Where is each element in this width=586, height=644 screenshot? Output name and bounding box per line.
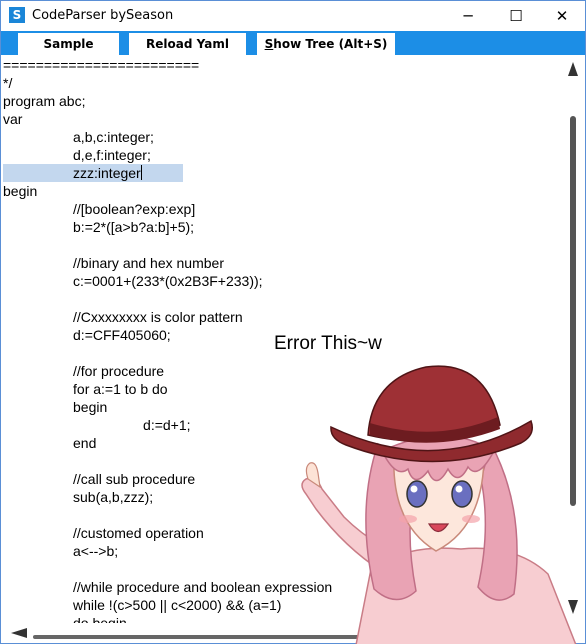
- code-line-text: begin: [3, 183, 38, 199]
- error-message: Error This~w: [274, 333, 382, 354]
- code-line[interactable]: [3, 290, 563, 308]
- window-title: CodeParser bySeason: [32, 8, 174, 23]
- code-line-text: */: [3, 75, 13, 91]
- code-line[interactable]: [3, 236, 563, 254]
- minimize-button[interactable]: ─: [445, 1, 491, 31]
- show-tree-button[interactable]: Show Tree (Alt+S): [257, 33, 395, 55]
- code-line-text: //Cxxxxxxxx is color pattern: [3, 309, 243, 325]
- code-line[interactable]: //Cxxxxxxxx is color pattern: [3, 308, 563, 326]
- scroll-up-icon[interactable]: [568, 62, 578, 76]
- app-window: S CodeParser bySeason ─ ☐ ✕ Sample Reloa…: [0, 0, 586, 644]
- code-line-text: var: [3, 111, 23, 127]
- code-line-text: //for procedure: [3, 363, 165, 379]
- close-button[interactable]: ✕: [539, 1, 585, 31]
- show-tree-accelerator: S: [264, 37, 274, 51]
- code-line-text: a,b,c:integer;: [3, 129, 154, 145]
- code-line[interactable]: //[boolean?exp:exp]: [3, 200, 563, 218]
- code-line-text: d,e,f:integer;: [3, 147, 151, 163]
- code-line-text: d:=d+1;: [3, 417, 191, 433]
- code-line[interactable]: var: [3, 110, 563, 128]
- code-line-text: b:=2*([a>b?a:b]+5);: [3, 219, 195, 235]
- code-line-text: do begin: [3, 615, 127, 623]
- code-line[interactable]: c:=0001+(233*(0x2B3F+233));: [3, 272, 563, 290]
- sample-button[interactable]: Sample: [18, 33, 119, 55]
- show-tree-label: how Tree (Alt+S): [273, 37, 388, 51]
- code-line[interactable]: */: [3, 74, 563, 92]
- code-line-text: //customed operation: [3, 525, 204, 541]
- mascot-illustration: [301, 365, 577, 644]
- maximize-button[interactable]: ☐: [493, 1, 539, 31]
- reload-yaml-button[interactable]: Reload Yaml: [129, 33, 246, 55]
- text-caret: [140, 165, 142, 180]
- code-line[interactable]: b:=2*([a>b?a:b]+5);: [3, 218, 563, 236]
- code-line[interactable]: program abc;: [3, 92, 563, 110]
- toolbar: Sample Reload Yaml Show Tree (Alt+S): [1, 31, 585, 55]
- code-line-text: //call sub procedure: [3, 471, 196, 487]
- code-line-text: ========================: [3, 57, 200, 73]
- selected-code-line[interactable]: zzz:integer: [3, 164, 563, 182]
- code-line-text: //binary and hex number: [3, 255, 224, 271]
- code-line-text: end: [3, 435, 97, 451]
- code-line[interactable]: d,e,f:integer;: [3, 146, 563, 164]
- code-line-text: program abc;: [3, 93, 86, 109]
- code-line-text: for a:=1 to b do: [3, 381, 168, 397]
- code-line-text: //while procedure and boolean expression: [3, 579, 333, 595]
- code-line-text: zzz:integer: [3, 165, 141, 181]
- code-line[interactable]: a,b,c:integer;: [3, 128, 563, 146]
- code-line-text: a<-->b;: [3, 543, 119, 559]
- code-line-text: begin: [3, 399, 108, 415]
- code-line-text: while !(c>500 || c<2000) && (a=1): [3, 597, 282, 613]
- code-line-text: d:=CFF405060;: [3, 327, 171, 343]
- code-line[interactable]: begin: [3, 182, 563, 200]
- code-line-text: sub(a,b,zzz);: [3, 489, 154, 505]
- code-line-text: c:=0001+(233*(0x2B3F+233));: [3, 273, 263, 289]
- scroll-left-icon[interactable]: [11, 628, 27, 638]
- app-icon: S: [9, 7, 25, 23]
- code-line-text: //[boolean?exp:exp]: [3, 201, 196, 217]
- title-bar[interactable]: S CodeParser bySeason ─ ☐ ✕: [1, 1, 585, 31]
- code-line[interactable]: ========================: [3, 56, 563, 74]
- code-line[interactable]: //binary and hex number: [3, 254, 563, 272]
